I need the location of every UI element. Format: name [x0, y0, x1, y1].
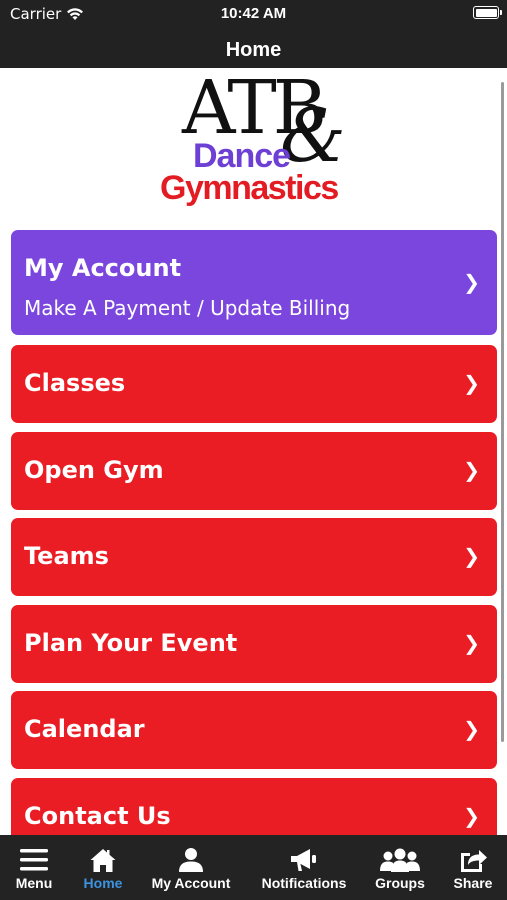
menu-item-classes[interactable]: Classes ❯ — [11, 345, 497, 423]
chevron-right-icon: ❯ — [463, 631, 480, 655]
menu-item-open-gym[interactable]: Open Gym ❯ — [11, 432, 497, 510]
menu-item-teams[interactable]: Teams ❯ — [11, 518, 497, 596]
megaphone-icon — [291, 849, 316, 871]
tab-label: Menu — [15, 875, 53, 891]
share-icon — [461, 850, 487, 872]
menu-item-plan-your-event[interactable]: Plan Your Event ❯ — [11, 605, 497, 683]
tab-groups[interactable]: Groups — [370, 835, 430, 900]
status-bar: Carrier 10:42 AM — [0, 0, 507, 30]
battery-icon — [473, 6, 502, 19]
tab-bar: Menu Home My Account Notifications Group… — [0, 835, 507, 900]
menu-item-contact-us[interactable]: Contact Us ❯ — [11, 778, 497, 835]
tab-label: Home — [83, 875, 123, 891]
chevron-right-icon: ❯ — [463, 371, 480, 395]
tab-label: My Account — [151, 875, 231, 891]
tab-share[interactable]: Share — [448, 835, 498, 900]
tab-home[interactable]: Home — [72, 835, 134, 900]
chevron-right-icon: ❯ — [463, 544, 480, 568]
chevron-right-icon: ❯ — [463, 804, 480, 828]
tab-my-account[interactable]: My Account — [144, 835, 238, 900]
menu-item-title: Contact Us — [24, 802, 171, 830]
home-icon — [90, 849, 116, 872]
user-icon — [179, 848, 203, 872]
chevron-right-icon: ❯ — [463, 458, 480, 482]
chevron-right-icon: ❯ — [463, 717, 480, 741]
menu-item-my-account[interactable]: My Account Make A Payment / Update Billi… — [11, 230, 497, 335]
menu-item-title: Open Gym — [24, 456, 164, 484]
tab-label: Share — [453, 875, 493, 891]
menu-item-title: Plan Your Event — [24, 629, 238, 657]
menu-item-title: Calendar — [24, 715, 145, 743]
scroll-indicator[interactable] — [501, 82, 504, 742]
nav-bar: Home — [0, 30, 507, 68]
clock: 10:42 AM — [220, 5, 287, 22]
tab-menu[interactable]: Menu — [0, 835, 68, 900]
brand-logo: ATB & Dance Gymnastics — [160, 68, 350, 212]
menu-item-calendar[interactable]: Calendar ❯ — [11, 691, 497, 769]
menu-item-title: Teams — [24, 542, 109, 570]
page-title: Home — [225, 39, 282, 61]
hamburger-icon — [20, 849, 48, 871]
chevron-right-icon: ❯ — [463, 270, 480, 294]
logo-gymnastics: Gymnastics — [160, 169, 339, 207]
menu-item-title: Classes — [24, 369, 126, 397]
tab-label: Groups — [375, 875, 425, 891]
tab-label: Notifications — [261, 875, 347, 891]
menu-item-subtitle: Make A Payment / Update Billing — [24, 296, 351, 320]
home-content[interactable]: ATB & Dance Gymnastics My Account Make A… — [0, 68, 507, 835]
group-icon — [380, 848, 420, 872]
tab-notifications[interactable]: Notifications — [254, 835, 354, 900]
menu-item-title: My Account — [24, 254, 182, 282]
